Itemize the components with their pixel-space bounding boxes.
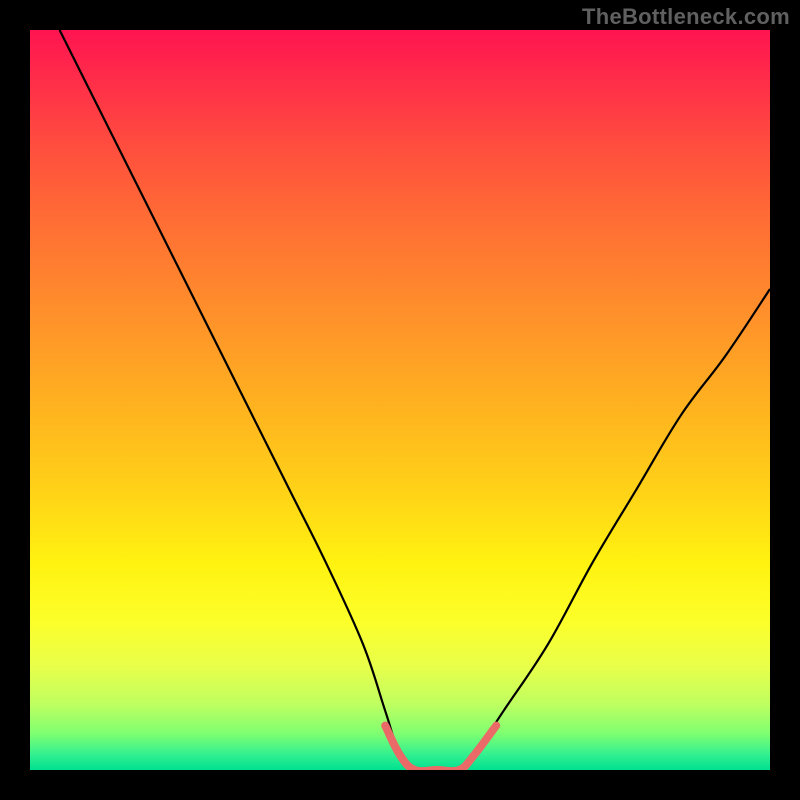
chart-canvas: [30, 30, 770, 770]
watermark-text: TheBottleneck.com: [582, 4, 790, 30]
plot-area: [30, 30, 770, 770]
chart-frame: TheBottleneck.com: [0, 0, 800, 800]
gradient-background: [30, 30, 770, 770]
